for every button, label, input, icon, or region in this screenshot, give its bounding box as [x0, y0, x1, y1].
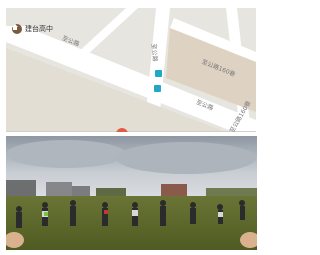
school-poi[interactable]: 建台高中: [12, 24, 53, 34]
road-label: 至公路: [149, 43, 159, 62]
school-icon: [12, 24, 22, 34]
bus-stop-icon[interactable]: [155, 70, 162, 77]
status-bar: [0, 0, 257, 8]
panorama-scene: [6, 136, 257, 250]
poi-label: 建台高中: [25, 25, 53, 33]
bus-stop-icon[interactable]: [154, 85, 161, 92]
map-view[interactable]: 建台高中 至公路 至公路 至公路 至公路160巷 至公路160巷: [6, 8, 256, 132]
panorama-image[interactable]: [6, 136, 257, 250]
